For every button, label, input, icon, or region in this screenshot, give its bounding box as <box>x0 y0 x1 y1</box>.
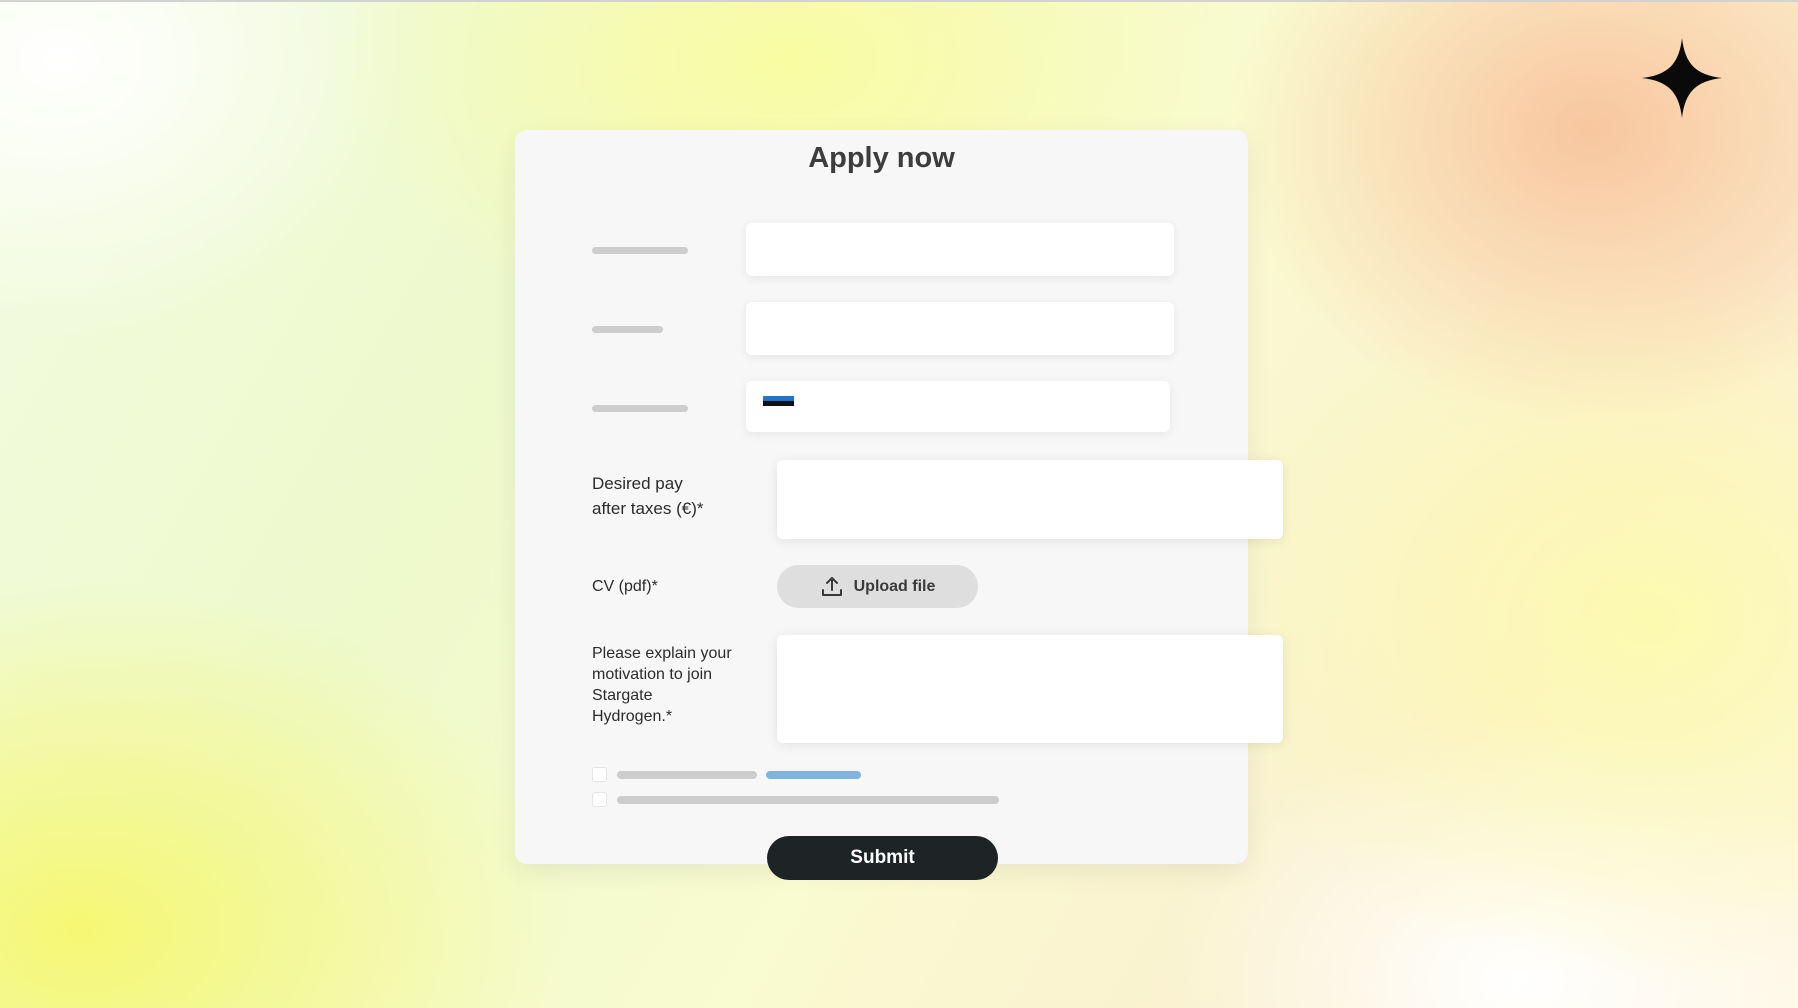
motivation-textarea[interactable] <box>777 635 1283 743</box>
name-input[interactable] <box>746 223 1174 276</box>
desired-pay-label: Desired pay after taxes (€)* <box>592 474 704 518</box>
upload-file-label: Upload file <box>853 577 936 595</box>
consent-checkbox-1[interactable] <box>592 767 607 782</box>
desired-pay-input[interactable] <box>777 460 1283 539</box>
consent-text-placeholder-2 <box>617 796 999 804</box>
email-input[interactable] <box>746 302 1174 355</box>
estonia-flag-icon[interactable] <box>763 396 794 411</box>
motivation-label: Please explain your motivation to join S… <box>592 645 732 725</box>
email-label-placeholder <box>592 326 663 333</box>
phone-input[interactable] <box>746 381 1170 432</box>
form-title: Apply now <box>808 142 955 174</box>
upload-file-button[interactable]: Upload file <box>777 565 978 608</box>
upload-icon <box>821 576 842 596</box>
four-point-star-icon <box>1642 38 1722 118</box>
consent-link-placeholder[interactable] <box>766 771 861 779</box>
consent-text-placeholder-1 <box>617 771 757 779</box>
name-label-placeholder <box>592 247 688 254</box>
application-form-card: Apply now Desired pay after taxes (€)* C… <box>515 130 1283 880</box>
top-border <box>0 0 1798 2</box>
submit-button[interactable]: Submit <box>767 836 998 880</box>
consent-checkbox-2[interactable] <box>592 792 607 807</box>
phone-label-placeholder <box>592 405 688 412</box>
cv-label: CV (pdf)* <box>592 578 658 595</box>
